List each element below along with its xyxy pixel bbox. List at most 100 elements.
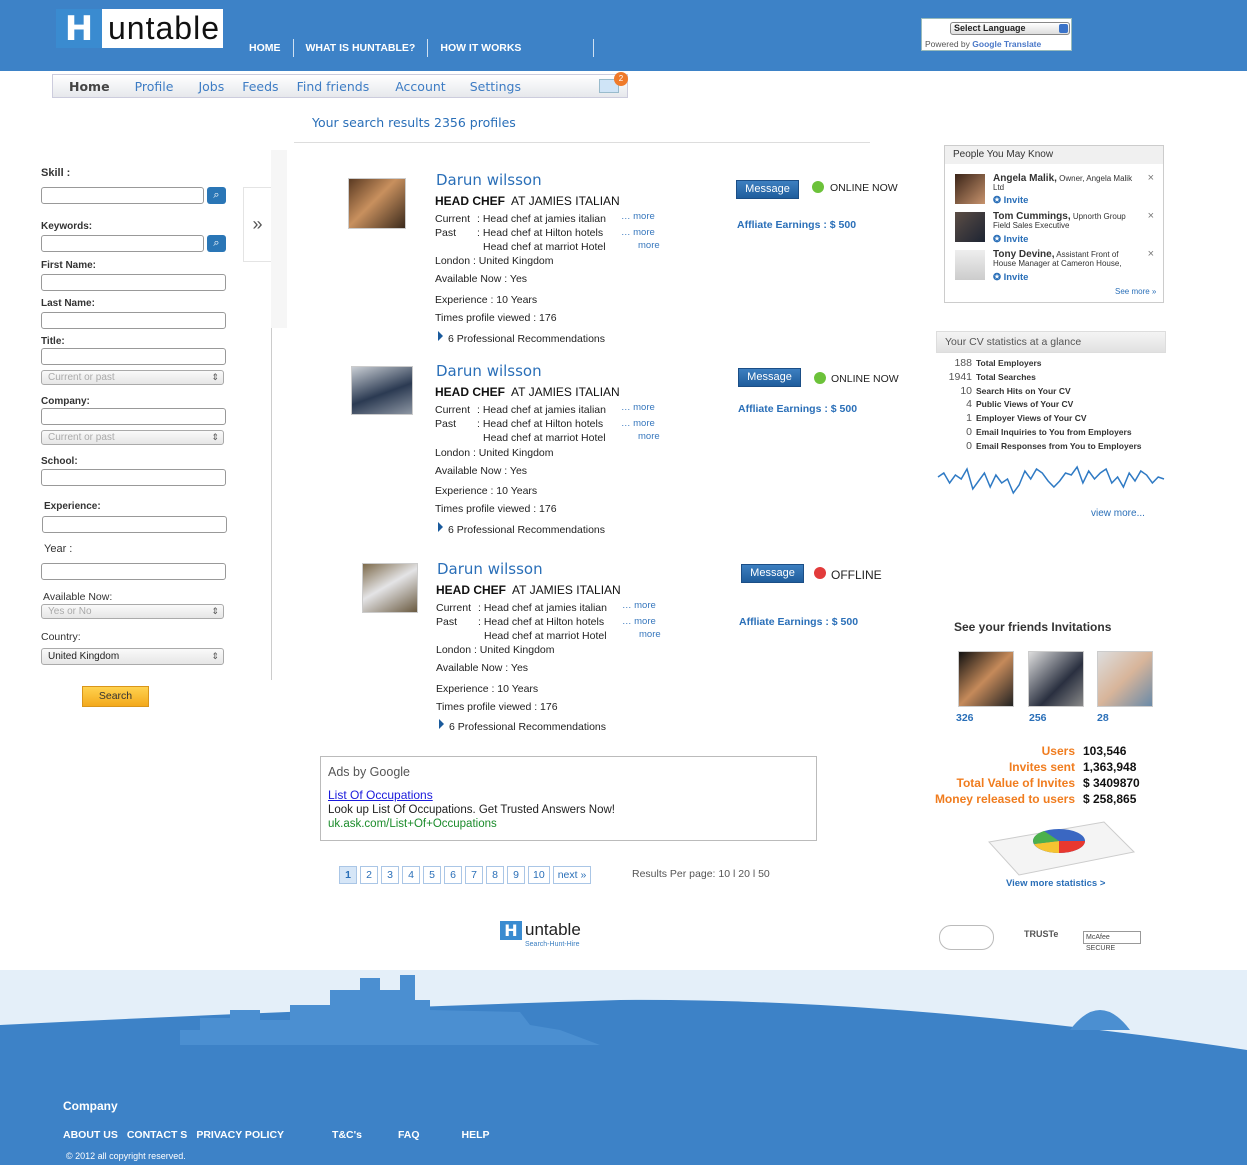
google-ads-box: Ads by Google List Of Occupations Look u… xyxy=(320,756,817,841)
subnav-account[interactable]: Account xyxy=(395,79,445,94)
last-name-input[interactable] xyxy=(41,312,226,329)
more-link[interactable]: … more xyxy=(621,402,655,413)
nav-how-it-works[interactable]: HOW IT WORKS xyxy=(440,42,521,57)
page-9[interactable]: 9 xyxy=(507,866,525,884)
nav-home[interactable]: HOME xyxy=(249,42,281,57)
footer-company-heading: Company xyxy=(63,1099,118,1113)
subnav-profile[interactable]: Profile xyxy=(135,79,174,94)
view-more-link[interactable]: view more... xyxy=(1091,508,1145,519)
profile-name[interactable]: Darun wilsson xyxy=(437,560,543,578)
footer-faq[interactable]: FAQ xyxy=(398,1129,420,1141)
friend-photo[interactable] xyxy=(1097,651,1153,707)
collapse-toggle-icon[interactable]: » xyxy=(243,187,271,262)
page-2[interactable]: 2 xyxy=(360,866,378,884)
recommendations[interactable]: 6 Professional Recommendations xyxy=(448,524,605,536)
footer-privacy-policy[interactable]: PRIVACY POLICY xyxy=(196,1129,284,1141)
year-input[interactable] xyxy=(41,563,226,580)
results-per-page[interactable]: Results Per page: 10 l 20 l 50 xyxy=(632,868,770,880)
country-select[interactable]: United Kingdom xyxy=(41,648,224,665)
dismiss-icon[interactable]: × xyxy=(1148,172,1154,184)
subnav-find-friends[interactable]: Find friends xyxy=(297,79,370,94)
profile-views: Times profile viewed : 176 xyxy=(435,503,557,515)
search-button[interactable]: Search xyxy=(82,686,149,707)
company-current-past-select[interactable]: Current or past xyxy=(41,430,224,445)
cv-stat-row: 188 Total Employers xyxy=(954,357,1042,369)
see-more-link[interactable]: See more » xyxy=(1115,287,1156,296)
expand-arrow-icon[interactable] xyxy=(438,522,443,532)
truste-badge[interactable]: TRUSTe xyxy=(1004,925,1072,950)
huntable-logo[interactable]: H untable xyxy=(56,9,223,49)
company-input[interactable] xyxy=(41,408,226,425)
profile-role: HEAD CHEF AT JAMIES ITALIAN xyxy=(436,583,621,597)
more-link[interactable]: … more xyxy=(622,616,656,627)
page-10[interactable]: 10 xyxy=(528,866,550,884)
page-1[interactable]: 1 xyxy=(339,866,357,884)
more-link[interactable]: … more xyxy=(621,211,655,222)
subnav-home[interactable]: Home xyxy=(69,79,110,94)
first-name-input[interactable] xyxy=(41,274,226,291)
ad-url[interactable]: uk.ask.com/List+Of+Occupations xyxy=(328,818,497,830)
more-link[interactable]: … more xyxy=(622,600,656,611)
invite-link[interactable]: ✪ Invite xyxy=(993,195,1028,206)
page-7[interactable]: 7 xyxy=(465,866,483,884)
keywords-input[interactable] xyxy=(41,235,204,252)
recommendations[interactable]: 6 Professional Recommendations xyxy=(449,721,606,733)
nav-what-is[interactable]: WHAT IS HUNTABLE? xyxy=(306,42,416,57)
recommendations[interactable]: 6 Professional Recommendations xyxy=(448,333,605,345)
profile-photo[interactable] xyxy=(362,563,418,613)
more-link[interactable]: … more xyxy=(621,227,655,238)
page-5[interactable]: 5 xyxy=(423,866,441,884)
profile-photo[interactable] xyxy=(348,178,406,229)
message-button[interactable]: Message xyxy=(741,564,804,583)
keywords-search-icon[interactable]: ⌕ xyxy=(207,235,226,252)
avatar[interactable] xyxy=(955,212,985,242)
title-current-past-select[interactable]: Current or past xyxy=(41,370,224,385)
invite-link[interactable]: ✪ Invite xyxy=(993,234,1028,245)
page-4[interactable]: 4 xyxy=(402,866,420,884)
language-select[interactable]: Select Language xyxy=(950,22,1070,35)
dismiss-icon[interactable]: × xyxy=(1148,248,1154,260)
subnav-settings[interactable]: Settings xyxy=(470,79,521,94)
mcafee-badge[interactable]: McAfee SECURE xyxy=(1083,931,1141,952)
available-now-label: Available Now: xyxy=(43,591,113,603)
ad-link[interactable]: List Of Occupations xyxy=(328,788,433,802)
friend-photo[interactable] xyxy=(958,651,1014,707)
skill-input[interactable] xyxy=(41,187,204,204)
footer-terms[interactable]: T&C's xyxy=(332,1129,362,1141)
message-button[interactable]: Message xyxy=(738,368,801,387)
footer-about-us[interactable]: ABOUT US xyxy=(63,1129,118,1141)
page-8[interactable]: 8 xyxy=(486,866,504,884)
footer-contact[interactable]: CONTACT S xyxy=(127,1129,187,1141)
expand-arrow-icon[interactable] xyxy=(438,331,443,341)
more-link[interactable]: more xyxy=(639,629,661,640)
more-link[interactable]: more xyxy=(638,240,660,251)
skill-search-icon[interactable]: ⌕ xyxy=(207,187,226,204)
subnav-jobs[interactable]: Jobs xyxy=(198,79,224,94)
online-status-dot xyxy=(814,372,826,384)
invite-link[interactable]: ✪ Invite xyxy=(993,272,1028,283)
next-page[interactable]: next » xyxy=(552,866,592,884)
subnav-feeds[interactable]: Feeds xyxy=(242,79,278,94)
profile-name[interactable]: Darun wilsson xyxy=(436,171,542,189)
title-input[interactable] xyxy=(41,348,226,365)
verisign-badge[interactable] xyxy=(939,925,994,950)
experience-label: Experience: xyxy=(44,501,101,512)
page-3[interactable]: 3 xyxy=(381,866,399,884)
avatar-placeholder[interactable] xyxy=(955,250,985,280)
friend-invite-count: 256 xyxy=(1029,712,1047,724)
page-6[interactable]: 6 xyxy=(444,866,462,884)
expand-arrow-icon[interactable] xyxy=(439,719,444,729)
experience-input[interactable] xyxy=(42,516,227,533)
profile-name[interactable]: Darun wilsson xyxy=(436,362,542,380)
message-button[interactable]: Message xyxy=(736,180,799,199)
profile-photo[interactable] xyxy=(351,366,413,415)
more-link[interactable]: … more xyxy=(621,418,655,429)
dismiss-icon[interactable]: × xyxy=(1148,210,1154,222)
available-now-select[interactable]: Yes or No xyxy=(41,604,224,619)
footer-help[interactable]: HELP xyxy=(462,1129,490,1141)
view-more-statistics-link[interactable]: View more statistics > xyxy=(1006,878,1105,889)
friend-photo[interactable] xyxy=(1028,651,1084,707)
more-link[interactable]: more xyxy=(638,431,660,442)
school-input[interactable] xyxy=(41,469,226,486)
avatar[interactable] xyxy=(955,174,985,204)
